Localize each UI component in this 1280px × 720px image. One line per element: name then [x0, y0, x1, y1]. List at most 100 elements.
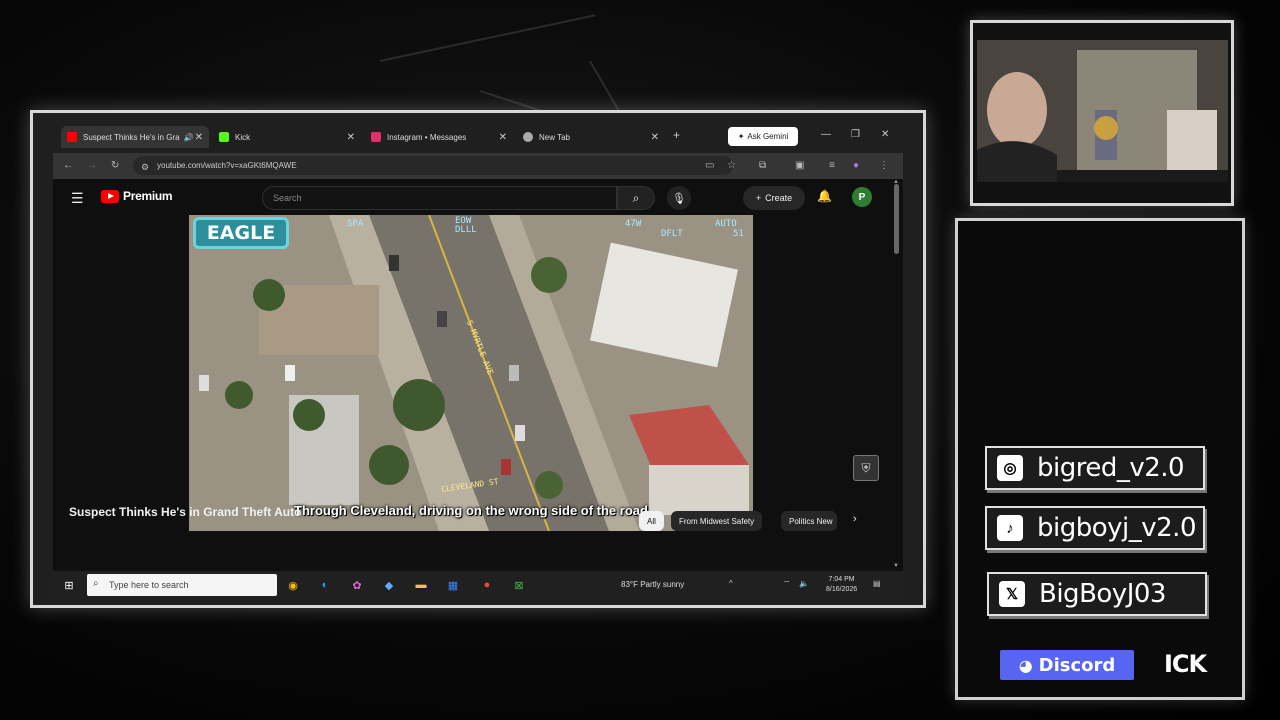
site-info-icon[interactable]: ⚙ [141, 162, 149, 173]
tab-youtube[interactable]: Suspect Thinks He's in Gra 🔊 ✕ [61, 126, 209, 148]
hud-right-dflt: DFLT [661, 229, 683, 239]
tab-instagram[interactable]: Instagram • Messages ✕ [365, 126, 513, 148]
voice-search-button[interactable]: 🎙 [667, 186, 691, 210]
search-placeholder: Search [273, 193, 302, 203]
kick-logo: ICK [1164, 650, 1207, 678]
channel-watermark-icon[interactable]: ⛨ [853, 455, 879, 481]
tiktok-icon: ♪ [997, 515, 1023, 541]
chrome-icon[interactable]: ◉ [285, 577, 301, 593]
notification-icon[interactable]: ▤ [873, 579, 881, 588]
hamburger-menu-icon[interactable]: ☰ [71, 190, 84, 207]
decor-line [379, 14, 596, 62]
create-label: Create [765, 193, 793, 203]
tab-label: Suspect Thinks He's in Gra [83, 132, 180, 142]
microphone-icon: 🎙 [672, 192, 686, 205]
cast-icon[interactable]: ▭ [705, 160, 714, 171]
window-close-icon[interactable]: ✕ [881, 129, 889, 140]
browser-window: Suspect Thinks He's in Gra 🔊 ✕ Kick ✕ In… [30, 110, 926, 608]
stream-overlay: Suspect Thinks He's in Gra 🔊 ✕ Kick ✕ In… [0, 0, 1280, 720]
volume-icon[interactable]: 🔈 [799, 579, 809, 588]
search-icon: ⌕ [632, 190, 640, 205]
network-icon[interactable]: ⌔ [783, 579, 791, 589]
tab-new[interactable]: New Tab ✕ [517, 126, 665, 148]
store-icon[interactable]: ▦ [445, 577, 461, 593]
close-icon[interactable]: ✕ [499, 132, 507, 143]
instagram-icon [371, 132, 381, 142]
webcam-image [977, 40, 1228, 182]
search-button[interactable]: ⌕ [617, 186, 655, 210]
address-bar[interactable]: ⚙ youtube.com/watch?v=xaGKt6MQAWE [133, 156, 733, 175]
youtube-play-icon [101, 189, 119, 203]
edge-icon[interactable]: ◐ [317, 577, 333, 593]
sidepanel-icon[interactable]: ▣ [795, 160, 804, 171]
social-handle: bigred_v2.0 [1037, 453, 1185, 483]
hud-right-auto: AUTO [715, 219, 737, 229]
video-player[interactable]: EAGLE SPA EOW DLLL 47W AUTO DFLT 51 S MY… [189, 215, 753, 531]
scrollbar-thumb[interactable] [894, 184, 899, 254]
youtube-icon [67, 132, 77, 142]
menu-dots-icon[interactable]: ⋮ [879, 160, 889, 171]
sparkle-icon: ✦ [737, 132, 745, 141]
file-explorer-icon[interactable]: ▬ [413, 577, 429, 593]
social-handle: bigboyj_v2.0 [1037, 513, 1197, 543]
discord-label: Discord [1038, 654, 1116, 676]
webcam-frame [970, 20, 1234, 206]
close-icon[interactable]: ✕ [651, 132, 659, 143]
back-icon[interactable]: ← [63, 160, 73, 171]
copilot-icon[interactable]: ✿ [349, 577, 365, 593]
social-handle: BigBoyJ03 [1039, 579, 1166, 609]
chip-from-channel[interactable]: From Midwest Safety [671, 511, 763, 531]
plus-icon: + [755, 193, 762, 203]
create-button[interactable]: + Create [743, 186, 805, 210]
media-icon[interactable]: ≡ [829, 160, 835, 171]
new-tab-button[interactable]: + [673, 128, 680, 142]
clock[interactable]: 7:04 PM 8/16/2026 [826, 575, 857, 595]
tab-kick[interactable]: Kick ✕ [213, 126, 361, 148]
x-icon: 𝕏 [999, 581, 1025, 607]
discord-icon: ◕ [1018, 655, 1033, 675]
hud-right-top: 47W [625, 219, 642, 229]
notifications-bell-icon[interactable]: 🔔 [817, 189, 832, 203]
ask-gemini-button[interactable]: ✦ Ask Gemini [728, 127, 798, 146]
hud-right-num: 51 [733, 229, 744, 239]
scroll-down-arrow[interactable]: ▼ [893, 563, 899, 569]
minimize-icon[interactable]: — [821, 129, 831, 140]
windows-start-icon[interactable]: ⊞ [61, 577, 77, 593]
forward-icon[interactable]: → [87, 160, 97, 171]
video-title: Suspect Thinks He's in Grand Theft Auto [69, 505, 302, 519]
clock-time: 7:04 PM [828, 576, 855, 583]
chevron-right-icon[interactable]: › [853, 513, 857, 525]
reload-icon[interactable]: ↻ [111, 160, 119, 171]
social-x: 𝕏 BigBoyJ03 [987, 572, 1207, 616]
hud-center: EOW DLLL [455, 216, 477, 235]
tab-label: New Tab [539, 132, 570, 142]
restore-icon[interactable]: ❐ [851, 129, 860, 140]
url-text: youtube.com/watch?v=xaGKt6MQAWE [157, 161, 297, 170]
toolbar: ← → ↻ ⚙ youtube.com/watch?v=xaGKt6MQAWE … [53, 153, 903, 179]
clock-date: 8/16/2026 [826, 586, 858, 593]
avatar[interactable]: P [852, 187, 872, 207]
tray-chevron-icon[interactable]: ^ [729, 579, 733, 588]
chip-politics[interactable]: Politics New [781, 511, 837, 531]
weather-widget[interactable]: 83°F Partly sunny [621, 580, 684, 589]
gemini-label: Ask Gemini [747, 132, 789, 141]
taskbar-search-placeholder: Type here to search [109, 580, 189, 590]
eagle-badge: EAGLE [193, 217, 289, 249]
close-icon[interactable]: ✕ [195, 132, 203, 143]
obs-icon[interactable]: ● [479, 577, 495, 593]
chrome-icon [523, 132, 533, 142]
bookmark-star-icon[interactable]: ☆ [727, 160, 736, 171]
discord-badge: ◕ Discord [1000, 650, 1134, 680]
chip-all[interactable]: All [639, 511, 664, 531]
app-icon[interactable]: ◆ [381, 577, 397, 593]
xbox-icon[interactable]: ⊠ [511, 577, 527, 593]
profile-icon[interactable]: ● [853, 160, 859, 171]
kick-icon [219, 132, 229, 142]
taskbar-search-input[interactable]: ⌕ Type here to search [87, 574, 277, 596]
youtube-logo[interactable]: Premium [101, 189, 173, 203]
tab-bar: Suspect Thinks He's in Gra 🔊 ✕ Kick ✕ In… [33, 113, 923, 153]
youtube-header: ☰ Premium Search ⌕ 🎙 + Create 🔔 P [53, 179, 903, 215]
search-input[interactable]: Search [262, 186, 617, 210]
close-icon[interactable]: ✕ [347, 132, 355, 143]
extensions-icon[interactable]: ⧉ [759, 160, 766, 171]
